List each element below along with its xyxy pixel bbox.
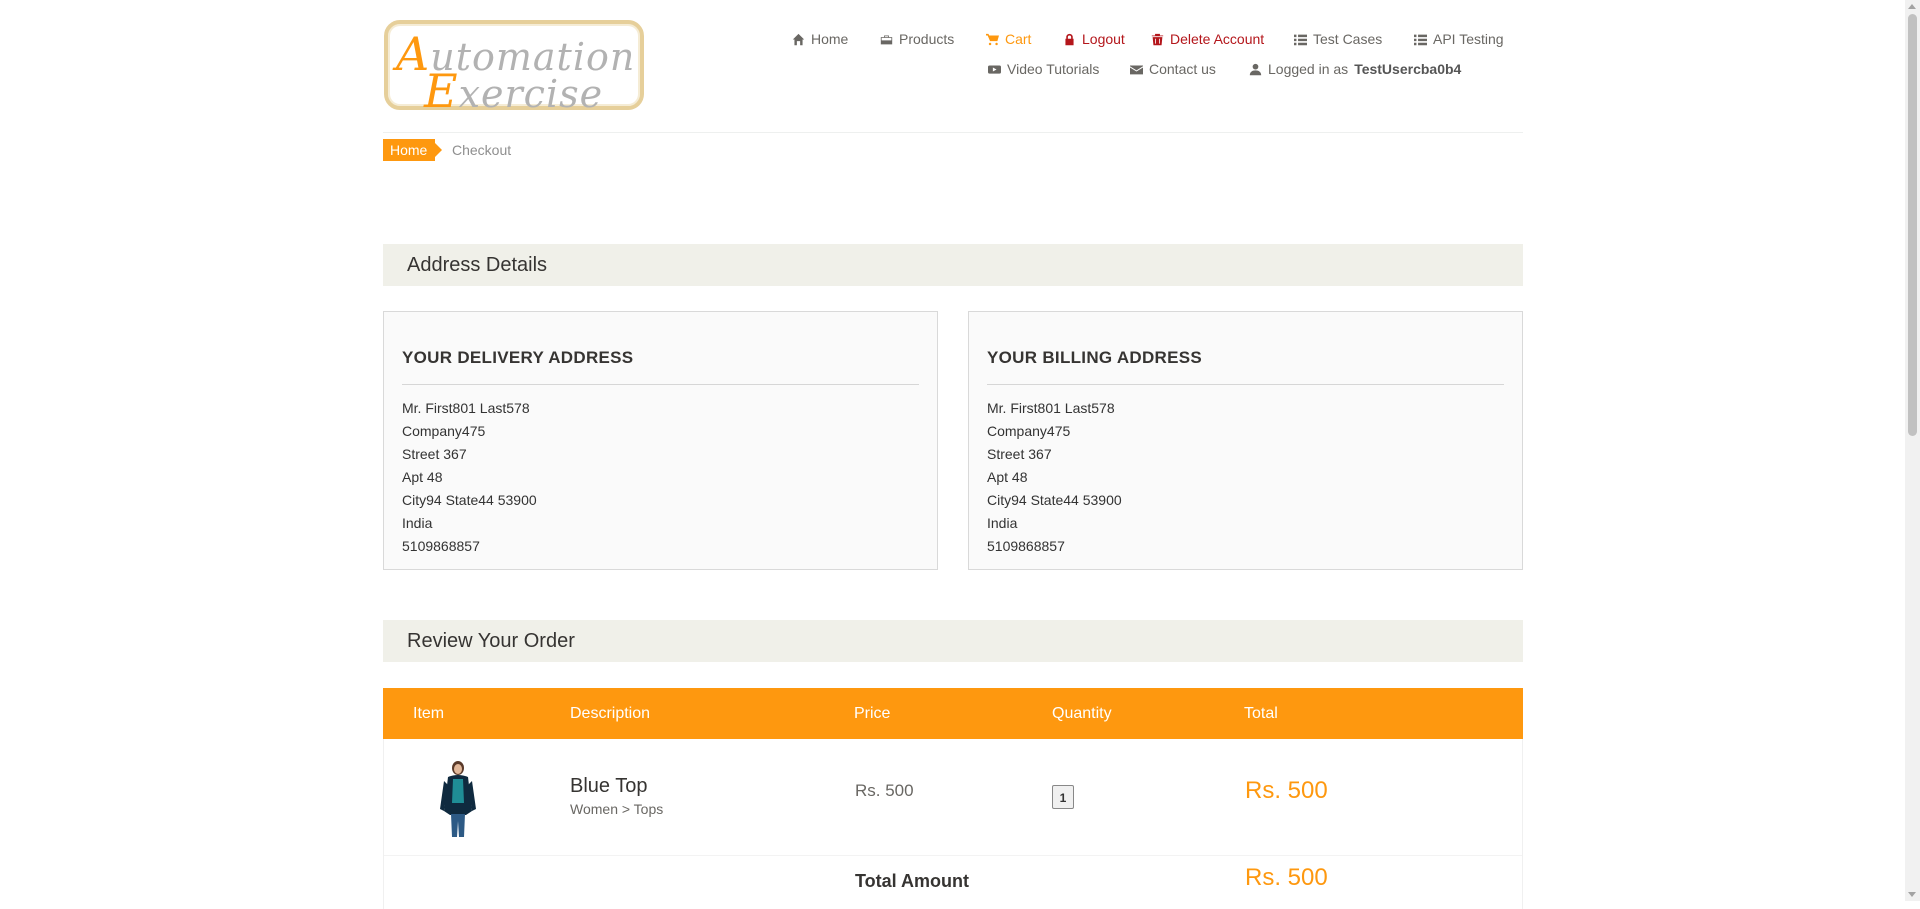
trash-icon <box>1151 33 1164 45</box>
delivery-address2: Apt 48 <box>402 469 443 485</box>
nav-cart[interactable]: Cart <box>986 31 1031 47</box>
product-category: Women > Tops <box>570 801 664 817</box>
col-description: Description <box>570 705 651 722</box>
nav-test-cases[interactable]: Test Cases <box>1294 31 1382 47</box>
user-icon <box>1249 63 1262 75</box>
delivery-name: Mr. First801 Last578 <box>402 400 530 416</box>
col-quantity: Quantity <box>1052 705 1112 722</box>
product-total: Rs. 500 <box>1245 777 1328 804</box>
breadcrumb-current: Checkout <box>452 142 512 158</box>
billing-address-box: YOUR BILLING ADDRESS Mr. First801 Last57… <box>968 311 1523 570</box>
header-divider <box>383 132 1523 133</box>
list-icon <box>1414 34 1427 45</box>
youtube-play-icon <box>988 64 1001 74</box>
scroll-down-arrow-icon[interactable] <box>1908 892 1916 897</box>
billing-city-state-zip: City94 State44 53900 <box>987 492 1122 508</box>
logged-in-status: Logged in as TestUsercba0b4 <box>1249 61 1461 77</box>
page-scrollbar[interactable] <box>1905 0 1920 901</box>
lock-icon <box>1065 33 1074 45</box>
site-logo[interactable]: Automation Exercise <box>384 20 644 118</box>
billing-name: Mr. First801 Last578 <box>987 400 1115 416</box>
breadcrumb-home[interactable]: Home <box>383 139 443 161</box>
delivery-address-box: YOUR DELIVERY ADDRESS Mr. First801 Last5… <box>383 311 938 570</box>
nav-contact-us[interactable]: Contact us <box>1130 61 1216 77</box>
nav-api-testing[interactable]: API Testing <box>1414 31 1504 47</box>
billing-phone: 5109868857 <box>987 538 1065 554</box>
billing-country: India <box>987 515 1018 531</box>
total-amount-label: Total Amount <box>855 871 969 891</box>
nav-delete-account[interactable]: Delete Account <box>1151 31 1264 47</box>
billing-address1: Street 367 <box>987 446 1052 462</box>
total-amount-value: Rs. 500 <box>1245 864 1328 891</box>
billing-company: Company475 <box>987 423 1071 439</box>
order-table-body: Blue Top Women > Tops Rs. 500 1 Rs. 500 … <box>383 739 1523 909</box>
product-name[interactable]: Blue Top <box>570 775 647 798</box>
product-image[interactable] <box>436 759 480 839</box>
product-quantity: 1 <box>1052 785 1074 809</box>
billing-address-heading: YOUR BILLING ADDRESS <box>987 348 1504 385</box>
envelope-icon <box>1130 64 1143 74</box>
scroll-up-arrow-icon[interactable] <box>1908 4 1916 9</box>
col-item: Item <box>413 705 445 722</box>
order-table-header: Item Description Price Quantity Total <box>383 688 1523 739</box>
col-total: Total <box>1244 705 1278 722</box>
nav-logout[interactable]: Logout <box>1063 31 1125 47</box>
nav-products[interactable]: Products <box>880 31 954 47</box>
delivery-city-state-zip: City94 State44 53900 <box>402 492 537 508</box>
shopping-cart-icon <box>986 33 999 45</box>
address-details-heading: Address Details <box>383 244 1523 286</box>
briefcase-icon <box>880 34 893 44</box>
product-price: Rs. 500 <box>855 781 914 800</box>
delivery-company: Company475 <box>402 423 486 439</box>
scrollbar-thumb[interactable] <box>1908 14 1917 436</box>
delivery-country: India <box>402 515 433 531</box>
delivery-address1: Street 367 <box>402 446 467 462</box>
nav-home[interactable]: Home <box>792 31 848 47</box>
review-order-heading: Review Your Order <box>383 620 1523 662</box>
delivery-address-heading: YOUR DELIVERY ADDRESS <box>402 348 919 385</box>
home-icon <box>792 33 805 45</box>
list-icon <box>1294 34 1307 45</box>
nav-video-tutorials[interactable]: Video Tutorials <box>988 61 1099 77</box>
row-divider <box>384 855 1522 856</box>
col-price: Price <box>854 705 891 722</box>
billing-address2: Apt 48 <box>987 469 1028 485</box>
delivery-phone: 5109868857 <box>402 538 480 554</box>
username: TestUsercba0b4 <box>1354 61 1462 77</box>
